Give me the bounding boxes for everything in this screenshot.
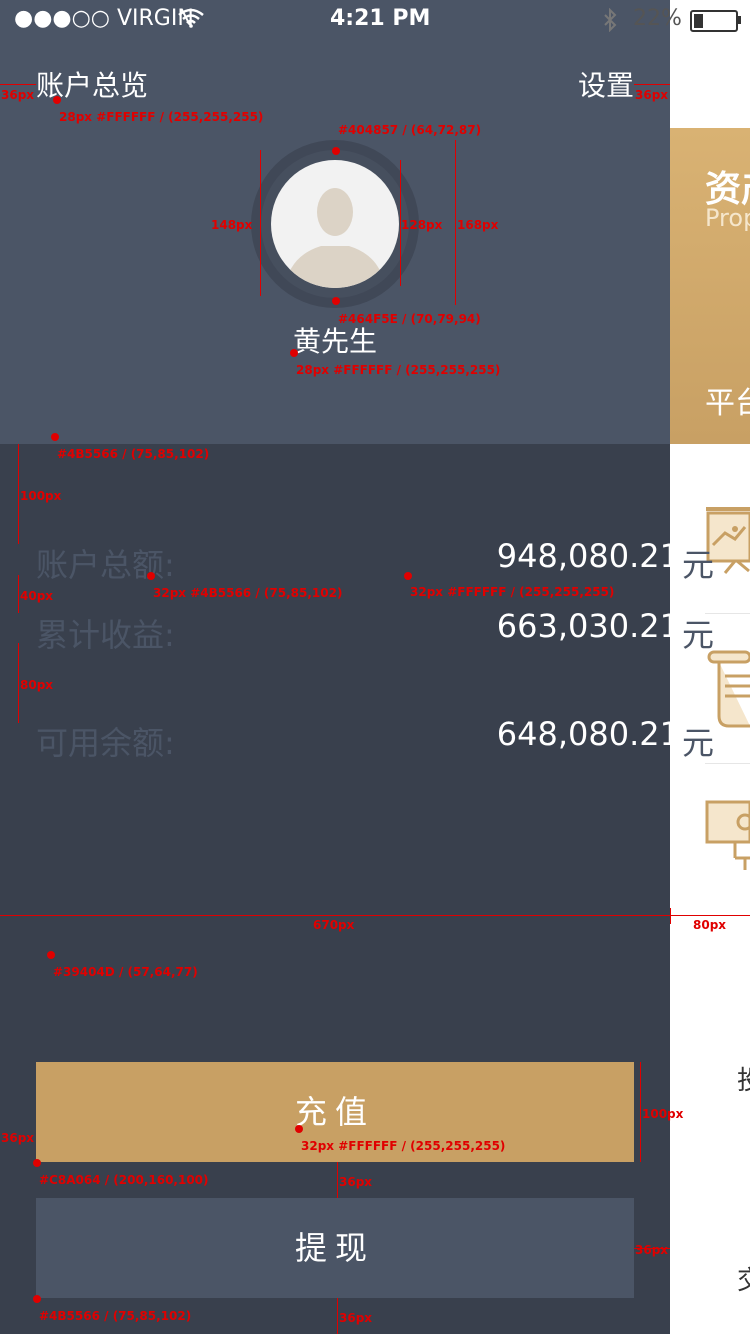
- annotation-label: 36px: [1, 1131, 35, 1145]
- annotation-label: 36px: [635, 1243, 669, 1257]
- annotation-label: #464F5E / (70,79,94): [338, 312, 481, 326]
- annotation-label: #39404D / (57,64,77): [53, 965, 198, 979]
- battery-icon: [690, 10, 738, 32]
- carrier-label: ●●●○○ VIRGIN: [14, 6, 194, 31]
- money-sign-icon[interactable]: [705, 800, 750, 872]
- annotation-line: [260, 150, 261, 296]
- peek-item-invest[interactable]: 投: [737, 1060, 750, 1097]
- annotation-line: [0, 84, 36, 85]
- annotation-marker: [33, 1159, 41, 1167]
- annotation-label: 670px: [313, 918, 355, 932]
- annotation-marker: [295, 1125, 303, 1133]
- stat-value-available: 648,080.21: [496, 715, 680, 753]
- annotation-label: 36px: [339, 1175, 373, 1189]
- annotation-label: #4B5566 / (75,85,102): [57, 447, 210, 461]
- username-label: 黄先生: [292, 325, 377, 358]
- scroll-document-icon[interactable]: [705, 650, 750, 728]
- stat-unit-total: 元: [681, 546, 714, 584]
- annotation-label: 168px: [457, 218, 499, 232]
- wifi-icon: [178, 8, 204, 28]
- stat-label-earnings: 累计收益:: [36, 616, 175, 654]
- annotation-label: 32px #FFFFFF / (255,255,255): [301, 1139, 506, 1153]
- annotation-line: [640, 1062, 641, 1162]
- peek-card-subtitle: Prop: [705, 204, 750, 232]
- annotation-label: #C8A064 / (200,160,100): [39, 1173, 209, 1187]
- annotation-label: 28px #FFFFFF / (255,255,255): [59, 110, 264, 124]
- annotation-label: 80px: [693, 918, 727, 932]
- stat-value-total: 948,080.21: [496, 537, 680, 575]
- annotation-line: [18, 444, 19, 544]
- stat-label-total: 账户总额:: [36, 546, 175, 584]
- stat-value-earnings: 663,030.21: [496, 607, 680, 645]
- annotation-marker: [290, 349, 298, 357]
- annotation-line: [0, 915, 750, 916]
- annotation-marker: [53, 96, 61, 104]
- stat-label-available: 可用余额:: [36, 724, 175, 762]
- annotation-marker: [47, 951, 55, 959]
- annotation-label: 100px: [20, 489, 62, 503]
- status-bar: ●●●○○ VIRGIN 4:21 PM 22%: [0, 0, 750, 40]
- annotation-line: [18, 643, 19, 723]
- annotation-label: 36px: [1, 88, 35, 102]
- stat-unit-earnings: 元: [681, 616, 714, 654]
- annotation-line: [18, 575, 19, 613]
- annotation-marker: [404, 572, 412, 580]
- annotation-label: 100px: [642, 1107, 684, 1121]
- annotation-label: #404857 / (64,72,87): [338, 123, 482, 137]
- annotation-marker: [332, 147, 340, 155]
- withdraw-button[interactable]: 提现: [36, 1198, 634, 1298]
- annotation-line: [670, 908, 671, 924]
- annotation-label: #4B5566 / (75,85,102): [39, 1309, 192, 1323]
- battery-percent: 22%: [633, 6, 682, 31]
- clock-label: 4:21 PM: [330, 6, 431, 31]
- annotation-line: [337, 1162, 338, 1198]
- settings-button[interactable]: 设置: [578, 64, 634, 104]
- battery-fill: [694, 14, 703, 28]
- annotation-line: [337, 1298, 338, 1334]
- annotation-label: 80px: [20, 678, 54, 692]
- annotation-marker: [147, 572, 155, 580]
- annotation-label: 32px #4B5566 / (75,85,102): [153, 586, 343, 600]
- avatar[interactable]: [271, 160, 399, 288]
- annotation-marker: [51, 433, 59, 441]
- annotation-line: [634, 84, 670, 85]
- annotation-line: [455, 140, 456, 305]
- user-silhouette-icon: [285, 188, 385, 288]
- annotation-label: 36px: [635, 88, 669, 102]
- annotation-label: 148px: [211, 218, 253, 232]
- peek-item-trade[interactable]: 交: [737, 1260, 750, 1297]
- stat-unit-available: 元: [681, 724, 714, 762]
- bluetooth-icon: [604, 8, 617, 32]
- annotation-marker: [33, 1295, 41, 1303]
- annotation-label: 128px: [401, 218, 443, 232]
- annotation-label: 32px #FFFFFF / (255,255,255): [410, 585, 615, 599]
- annotation-label: 40px: [20, 589, 54, 603]
- peek-card-bottom: 平台: [705, 386, 750, 421]
- annotation-label: 36px: [339, 1311, 373, 1325]
- annotation-marker: [332, 297, 340, 305]
- battery-tip: [738, 16, 741, 24]
- annotation-label: 28px #FFFFFF / (255,255,255): [296, 363, 501, 377]
